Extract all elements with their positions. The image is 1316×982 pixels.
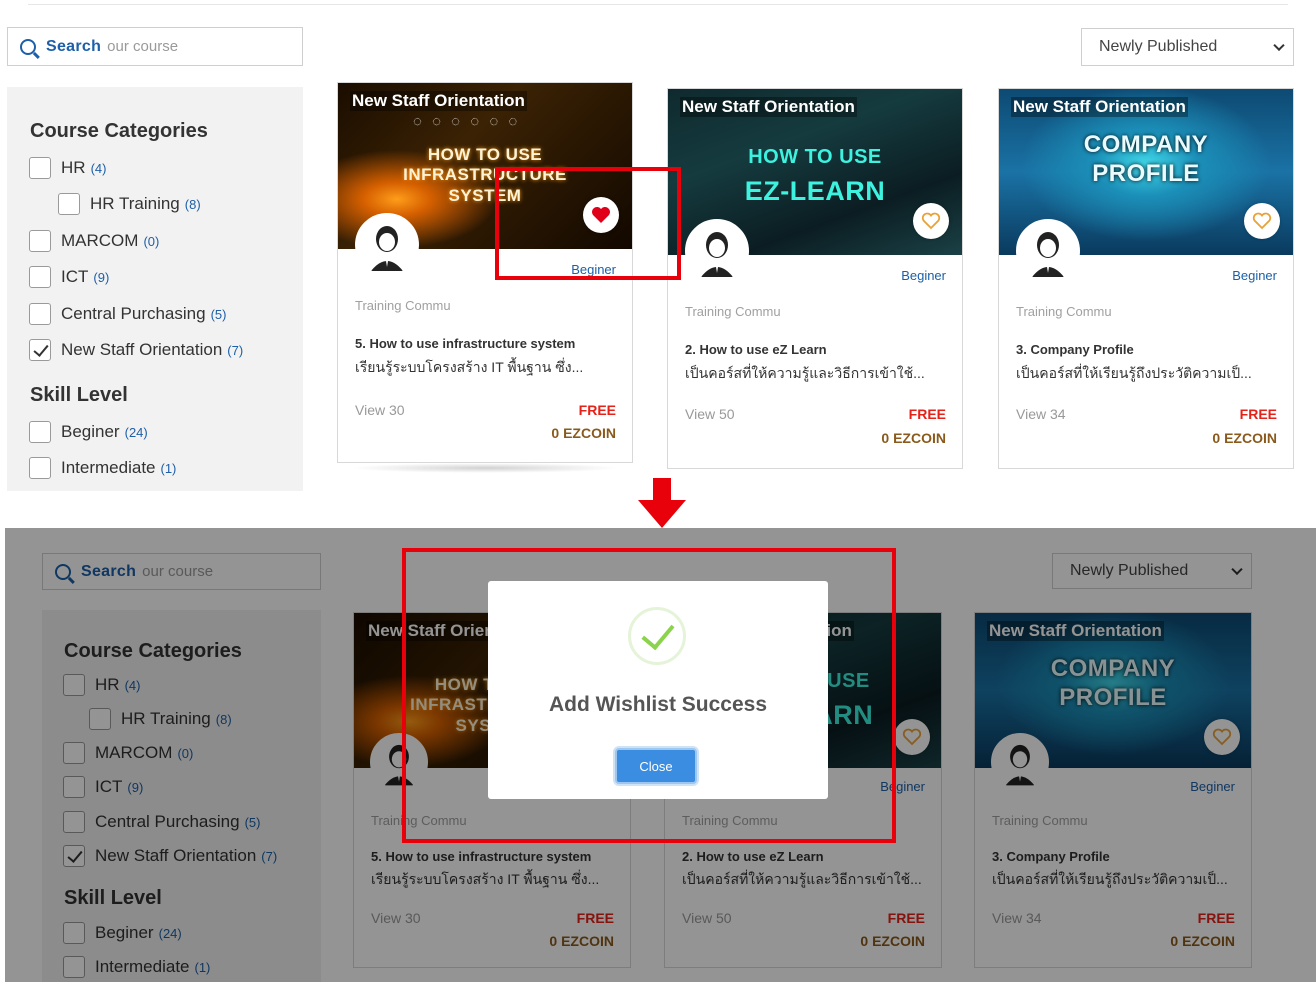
checkbox[interactable]	[29, 421, 51, 443]
checkbox[interactable]	[29, 303, 51, 325]
after-screenshot: Search our course Newly Published Course…	[5, 528, 1316, 982]
course-card[interactable]: New Staff Orientation COMPANY PROFILE Be…	[998, 88, 1294, 469]
highlight-box	[495, 167, 681, 280]
top-divider	[28, 4, 1288, 5]
category-hr[interactable]: HR (4)	[29, 157, 106, 179]
chevron-down-icon	[1273, 39, 1285, 52]
thai-script-decoration: ◌ ◌ ◌ ◌ ◌ ◌	[413, 113, 521, 130]
category-label: HR	[61, 158, 86, 177]
skill-level-heading: Skill Level	[30, 384, 128, 406]
category-hr-training[interactable]: HR Training (8)	[58, 193, 201, 215]
category-central-purchasing[interactable]: Central Purchasing (5)	[29, 303, 226, 325]
checkbox[interactable]	[58, 193, 80, 215]
instructor-avatar	[1016, 219, 1080, 283]
trainer-name: Training Commu	[685, 304, 781, 319]
category-label: ICT	[61, 267, 89, 286]
skill-count: (1)	[160, 460, 177, 476]
course-categories-heading: Course Categories	[30, 120, 208, 142]
instructor-avatar	[685, 219, 749, 283]
view-count: View 50	[685, 406, 735, 422]
checkbox[interactable]	[29, 457, 51, 479]
price-label: FREE	[908, 406, 946, 422]
heart-outline-icon[interactable]	[1244, 203, 1280, 239]
instructor-avatar	[355, 213, 419, 277]
category-count: (9)	[93, 269, 110, 285]
sort-select[interactable]: Newly Published	[1081, 28, 1294, 66]
checkbox[interactable]	[29, 157, 51, 179]
checkbox-checked[interactable]	[29, 339, 51, 361]
skill-level-badge: Beginer	[901, 268, 946, 283]
category-count: (5)	[210, 306, 227, 322]
skill-intermediate[interactable]: Intermediate (1)	[29, 457, 176, 479]
category-count: (7)	[227, 342, 244, 358]
skill-label: Beginer	[61, 422, 120, 441]
category-count: (8)	[184, 196, 201, 212]
thumb-text: HOW TO USE EZ-LEARN	[744, 146, 886, 206]
thumb-text: COMPANY PROFILE	[1083, 131, 1209, 187]
course-title[interactable]: 2. How to use eZ Learn	[685, 342, 827, 357]
category-label: Central Purchasing	[61, 304, 206, 323]
category-new-staff-orientation[interactable]: New Staff Orientation (7)	[29, 339, 243, 361]
highlight-box	[402, 548, 896, 843]
thumb-title: New Staff Orientation	[350, 91, 527, 111]
search-label: Search	[46, 37, 102, 55]
thumb-title: New Staff Orientation	[1011, 97, 1188, 117]
category-label: New Staff Orientation	[61, 340, 223, 359]
price-label: FREE	[578, 402, 616, 418]
category-label: HR Training	[90, 194, 180, 213]
category-ict[interactable]: ICT (9)	[29, 266, 109, 288]
ezcoin-label: 0 EZCOIN	[551, 425, 616, 441]
trainer-name: Training Commu	[355, 298, 451, 313]
checkbox[interactable]	[29, 230, 51, 252]
view-count: View 34	[1016, 406, 1066, 422]
category-marcom[interactable]: MARCOM (0)	[29, 230, 159, 252]
trainer-name: Training Commu	[1016, 304, 1112, 319]
course-description: เป็นคอร์สที่ให้ความรู้และวิธีการเข้าใช้.…	[685, 365, 925, 381]
price-label: FREE	[1239, 406, 1277, 422]
sort-selected: Newly Published	[1099, 38, 1218, 55]
skill-count: (24)	[124, 424, 148, 440]
ezcoin-label: 0 EZCOIN	[1212, 430, 1277, 446]
course-title[interactable]: 3. Company Profile	[1016, 342, 1134, 357]
category-label: MARCOM	[61, 231, 139, 250]
course-title[interactable]: 5. How to use infrastructure system	[355, 336, 575, 351]
skill-level-badge: Beginer	[1232, 268, 1277, 283]
view-count: View 30	[355, 402, 405, 418]
search-placeholder: our course	[107, 38, 179, 55]
search-icon	[20, 38, 36, 55]
filter-sidebar: Course Categories HR (4) HR Training (8) M…	[7, 87, 303, 491]
before-screenshot: Search our course Newly Published Course…	[0, 0, 1316, 500]
course-card[interactable]: New Staff Orientation HOW TO USE EZ-LEAR…	[667, 88, 963, 469]
skill-label: Intermediate	[61, 458, 156, 477]
category-count: (0)	[143, 233, 160, 249]
skill-beginer[interactable]: Beginer (24)	[29, 421, 148, 443]
ezcoin-label: 0 EZCOIN	[881, 430, 946, 446]
arrow-down-icon	[638, 478, 686, 528]
heart-outline-icon[interactable]	[913, 203, 949, 239]
category-count: (4)	[90, 160, 107, 176]
checkbox[interactable]	[29, 266, 51, 288]
course-description: เรียนรู้ระบบโครงสร้าง IT พื้นฐาน ซึ่ง...	[355, 359, 584, 375]
course-description: เป็นคอร์สที่ให้เรียนรู้ถึงประวัติความเป็…	[1016, 365, 1252, 381]
thumb-title: New Staff Orientation	[680, 97, 857, 117]
search-input[interactable]: Search our course	[7, 27, 303, 66]
card-shadow	[350, 463, 620, 473]
